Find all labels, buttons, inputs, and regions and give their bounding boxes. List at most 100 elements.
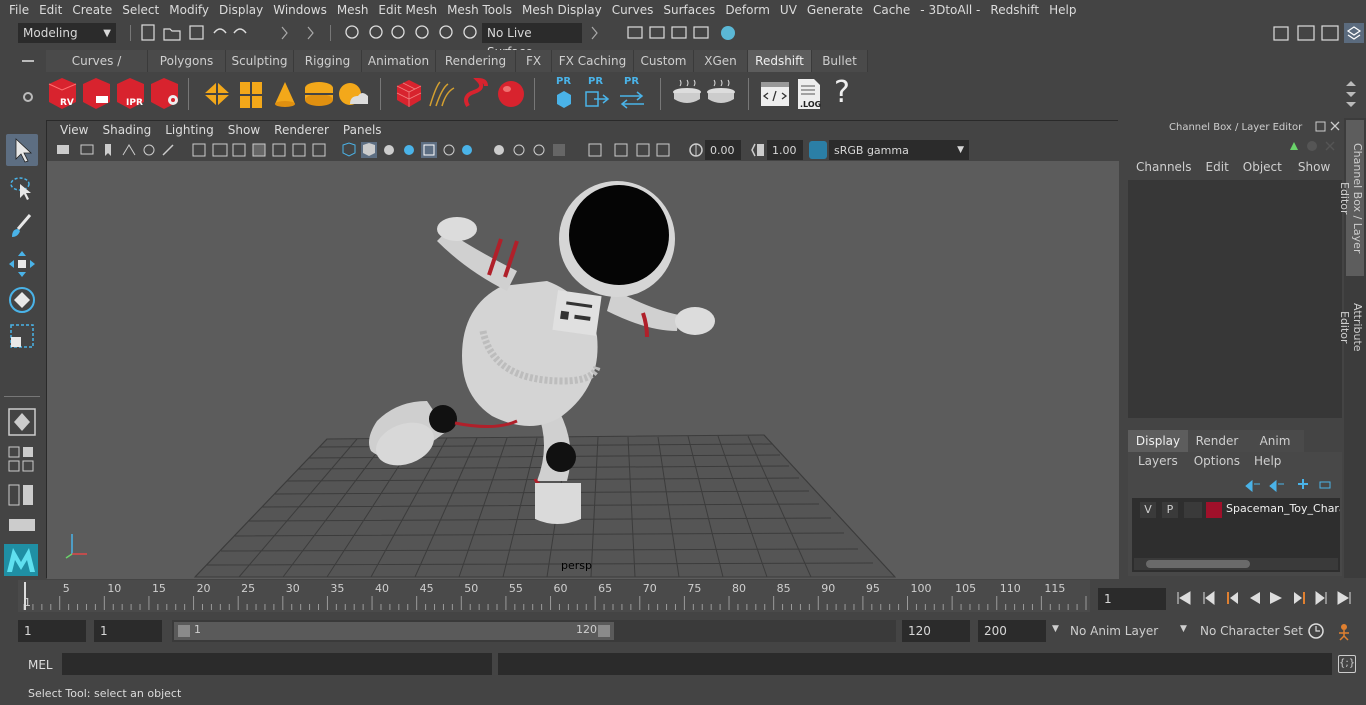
playback-controls[interactable]: [1172, 588, 1362, 608]
viewport-menu-renderer[interactable]: Renderer: [267, 123, 336, 137]
viewport-menu-view[interactable]: View: [53, 123, 95, 137]
edit-menu[interactable]: Edit: [1200, 160, 1235, 178]
redshift-batch-button[interactable]: [80, 76, 114, 112]
rotate-tool-button[interactable]: [6, 284, 38, 316]
layout-grid-icon[interactable]: [8, 446, 36, 476]
layout-single-icon[interactable]: [8, 518, 36, 534]
scene-end-field[interactable]: 200: [978, 620, 1046, 642]
redshift-pr-export-button[interactable]: PR: [580, 76, 614, 112]
menu-select[interactable]: Select: [117, 3, 164, 17]
viewport-toolbar-icons[interactable]: [53, 141, 683, 159]
redshift-settings-button[interactable]: [148, 76, 182, 112]
tab-sculpting[interactable]: Sculpting: [226, 50, 294, 72]
tab-render-layers[interactable]: Render: [1188, 430, 1246, 452]
command-input[interactable]: [62, 653, 492, 675]
menu-uv[interactable]: UV: [775, 3, 802, 17]
redshift-proxy-button[interactable]: [200, 76, 234, 112]
redshift-mesh-light-button[interactable]: [234, 76, 268, 112]
range-icons[interactable]: [1306, 621, 1360, 641]
playback-end-field[interactable]: 120: [902, 620, 970, 642]
viewport-menu-show[interactable]: Show: [221, 123, 267, 137]
tab-fx-caching[interactable]: FX Caching: [552, 50, 634, 72]
redshift-spotlight-button[interactable]: [268, 76, 302, 112]
tab-rigging[interactable]: Rigging: [294, 50, 362, 72]
playback-start-field[interactable]: 1: [94, 620, 162, 642]
menu-redshift[interactable]: Redshift: [985, 3, 1044, 17]
channels-menu[interactable]: Channels: [1128, 160, 1200, 178]
tab-custom[interactable]: Custom: [634, 50, 694, 72]
redshift-bake-all-button[interactable]: [704, 76, 738, 112]
redshift-help-button[interactable]: ?: [826, 76, 860, 112]
menu-mesh-display[interactable]: Mesh Display: [517, 3, 607, 17]
redshift-rv-button[interactable]: RV: [46, 76, 80, 112]
layer-row[interactable]: V P Spaceman_Toy_Charac: [1134, 500, 1340, 520]
tab-rendering[interactable]: Rendering: [436, 50, 516, 72]
range-end-handle[interactable]: [598, 625, 610, 637]
layout-split-icon[interactable]: [8, 484, 36, 508]
redshift-hair-button[interactable]: [426, 76, 460, 112]
lasso-tool-button[interactable]: [6, 172, 38, 204]
menu-modify[interactable]: Modify: [164, 3, 214, 17]
scene-start-field[interactable]: 1: [18, 620, 86, 642]
mode-selector[interactable]: Modeling ▼: [18, 23, 116, 43]
panel-window-buttons[interactable]: [1314, 120, 1342, 134]
viewport-menu-panels[interactable]: Panels: [336, 123, 389, 137]
layer-color-swatch[interactable]: [1206, 502, 1222, 518]
layer-visibility-toggle[interactable]: V: [1140, 502, 1156, 518]
range-slider-bar[interactable]: 1 120: [174, 622, 614, 640]
menu-cache[interactable]: Cache: [868, 3, 915, 17]
tab-polygons[interactable]: Polygons: [148, 50, 226, 72]
menu-surfaces[interactable]: Surfaces: [658, 3, 720, 17]
tab-xgen[interactable]: XGen: [694, 50, 748, 72]
viewport-menu-lighting[interactable]: Lighting: [158, 123, 221, 137]
menu-edit[interactable]: Edit: [34, 3, 67, 17]
gamma-icon[interactable]: [749, 141, 767, 159]
redshift-curve-button[interactable]: [460, 76, 494, 112]
exposure-icon[interactable]: [687, 141, 705, 159]
layer-action-icons[interactable]: [1242, 476, 1338, 492]
redshift-pr-mesh-button[interactable]: PR: [548, 76, 582, 112]
tab-anim-layers[interactable]: Anim: [1246, 430, 1304, 452]
menu-file[interactable]: File: [4, 3, 34, 17]
menu-help[interactable]: Help: [1044, 3, 1081, 17]
tab-display-layers[interactable]: Display: [1128, 430, 1188, 452]
tab-bullet[interactable]: Bullet: [812, 50, 868, 72]
layer-help-menu[interactable]: Help: [1246, 454, 1289, 474]
tab-curves-surfaces[interactable]: Curves / Surfaces: [46, 50, 148, 90]
redshift-log-button[interactable]: .LOG: [792, 76, 826, 112]
live-surface-field[interactable]: No Live Surface: [482, 23, 582, 59]
redshift-texture-button[interactable]: [392, 76, 426, 112]
range-start-handle[interactable]: [178, 625, 190, 637]
viewport-menu-shading[interactable]: Shading: [95, 123, 158, 137]
scale-tool-button[interactable]: [6, 320, 38, 352]
gear-icon[interactable]: [23, 92, 33, 102]
menu-generate[interactable]: Generate: [802, 3, 868, 17]
redshift-sphere-button[interactable]: [494, 76, 528, 112]
colorspace-dropdown[interactable]: sRGB gamma ▼: [829, 140, 969, 160]
tab-fx[interactable]: FX: [516, 50, 552, 72]
redshift-sun-sky-button[interactable]: [336, 76, 370, 112]
anim-layer-dropdown[interactable]: No Anim Layer: [1070, 620, 1176, 642]
options-menu[interactable]: Options: [1188, 454, 1246, 474]
time-slider[interactable]: 5 10 15 20 25 30 35 40 45 50 55 60 65 70 75 80 85 90 95 100…: [18, 580, 1090, 612]
show-manipulator-button[interactable]: [6, 406, 38, 438]
layer-type-toggle[interactable]: [1184, 502, 1202, 518]
redshift-script-button[interactable]: [758, 76, 792, 112]
perspective-viewport[interactable]: View Shading Lighting Show Renderer Pane…: [46, 120, 1119, 579]
script-editor-icon[interactable]: {;}: [1338, 655, 1356, 673]
tab-animation[interactable]: Animation: [362, 50, 436, 72]
paint-select-tool-button[interactable]: [6, 210, 38, 242]
menu-mesh[interactable]: Mesh: [332, 3, 374, 17]
playhead[interactable]: [24, 582, 26, 610]
menu-icon[interactable]: [22, 60, 34, 62]
object-menu[interactable]: Object: [1235, 160, 1290, 178]
tab-attribute-editor-vertical[interactable]: Attribute Editor: [1338, 282, 1364, 372]
tab-channel-box-vertical[interactable]: Channel Box / Layer Editor: [1338, 120, 1364, 276]
redshift-ipr-button[interactable]: IPR: [114, 76, 148, 112]
shelf-scroll-arrows[interactable]: [1344, 78, 1358, 110]
3d-scene[interactable]: persp: [47, 161, 1119, 579]
layer-scrollbar[interactable]: [1134, 558, 1338, 570]
menu-mesh-tools[interactable]: Mesh Tools: [442, 3, 517, 17]
color-management-icon[interactable]: [809, 141, 827, 159]
layers-menu[interactable]: Layers: [1128, 454, 1188, 474]
